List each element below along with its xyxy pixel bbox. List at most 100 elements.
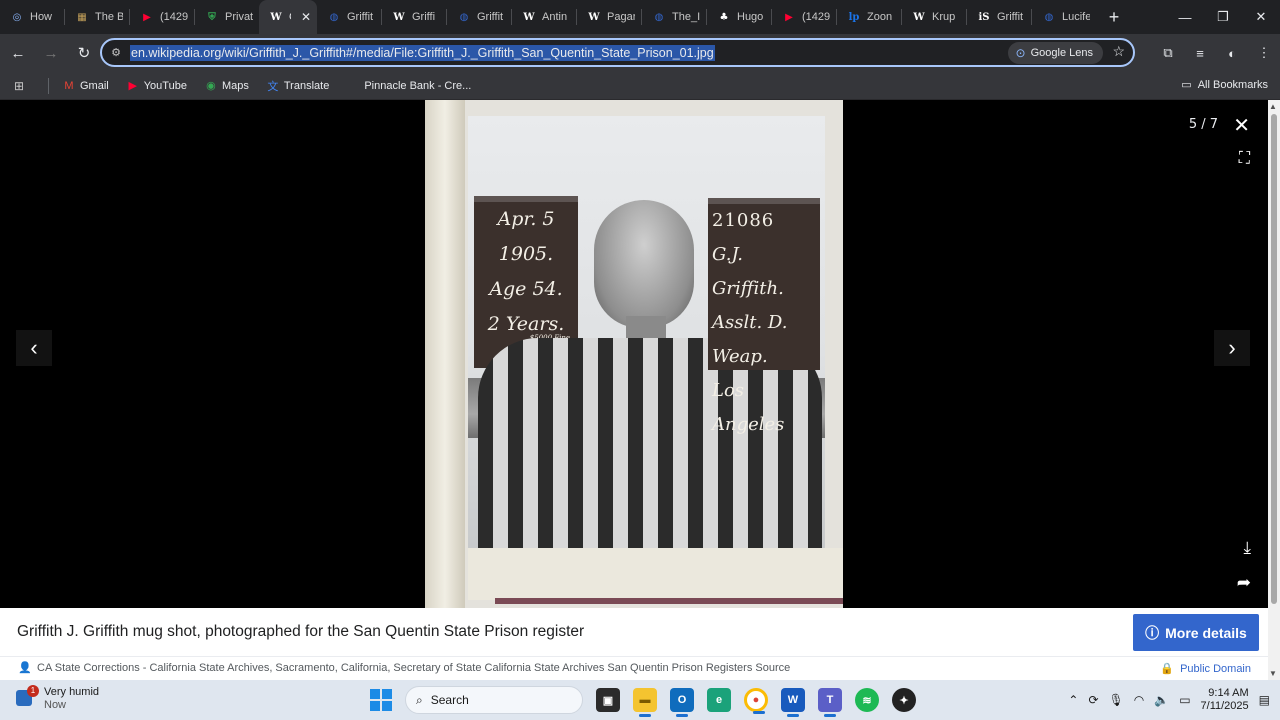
previous-image-button[interactable]: ‹ — [16, 330, 52, 366]
volume-icon[interactable]: 🔈 — [1154, 693, 1169, 707]
taskbar-apps: ⌕ Search ▣ ▬ O e ● W T ≋ ✦ — [370, 684, 916, 717]
credit-source[interactable]: CA State Corrections - California State … — [37, 662, 790, 674]
taskbar-search[interactable]: ⌕ Search — [405, 686, 583, 714]
browser-tab[interactable]: W Krup — [902, 0, 966, 34]
tab-title: Griffit — [477, 11, 504, 23]
browser-tab[interactable]: ◍ Lucife — [1032, 0, 1096, 34]
tab-search-icon[interactable]: ⧉ — [1152, 45, 1184, 61]
lp-icon: lp — [848, 11, 860, 23]
bookmark-item[interactable]: Pinnacle Bank - Cre... — [347, 80, 471, 92]
url-text[interactable]: en.wikipedia.org/wiki/Griffith_J._Griffi… — [130, 44, 715, 61]
wikipedia-icon: W — [913, 11, 925, 23]
tray-overflow-icon[interactable]: ⌃ — [1068, 693, 1078, 707]
photo-print: Apr. 5 1905. Age 54. 2 Years. $5000 Fine… — [468, 116, 825, 548]
browser-tab[interactable]: ◍ The_I — [642, 0, 706, 34]
maps-pin-icon: ◉ — [206, 80, 216, 92]
scroll-down-icon[interactable]: ▼ — [1269, 669, 1277, 678]
wikipedia-icon: W — [270, 11, 282, 23]
reload-icon[interactable]: ↻ — [69, 38, 99, 68]
scrollbar-thumb[interactable] — [1271, 114, 1277, 604]
minimize-icon[interactable]: — — [1166, 0, 1204, 34]
close-tab-icon[interactable]: ✕ — [301, 10, 311, 24]
wikidata-icon: ◍ — [654, 11, 664, 23]
wikidata-icon: ◍ — [459, 11, 469, 23]
profile-avatar-icon[interactable]: ◐ — [1216, 46, 1248, 61]
tab-title: Privat — [225, 11, 253, 23]
close-window-icon[interactable]: ✕ — [1242, 0, 1280, 34]
browser-tab[interactable]: ◍ Griffit — [447, 0, 511, 34]
wikidata-icon: ◍ — [329, 11, 339, 23]
all-bookmarks-button[interactable]: ▭ All Bookmarks — [1181, 78, 1268, 92]
inmate-number: 21086 — [712, 210, 775, 231]
placard-name: G.J. Griffith. — [712, 244, 784, 299]
browser-tab-strip: ◎How▦The B▶(1429⛨PrivatWG✕◍GriffitWGriff… — [0, 0, 1280, 34]
bookmark-label: Translate — [283, 79, 330, 92]
address-bar[interactable]: ⚙ en.wikipedia.org/wiki/Griffith_J._Grif… — [100, 38, 1135, 67]
license-link[interactable]: 🔒 Public Domain — [1160, 662, 1251, 676]
browser-tab[interactable]: ♣ Hugo — [707, 0, 771, 34]
site-info-icon[interactable]: ⚙ — [102, 46, 130, 59]
menu-kebab-icon[interactable]: ⋮ — [1248, 45, 1280, 61]
register-page-margin — [468, 548, 843, 600]
bookmark-item[interactable]: 文 Translate — [267, 78, 329, 94]
task-view-icon[interactable]: ▣ — [596, 688, 620, 712]
weather-condition: Very humid — [44, 686, 100, 698]
scroll-up-icon[interactable]: ▲ — [1269, 102, 1277, 111]
chrome-icon[interactable]: ● — [744, 688, 768, 714]
browser-tab[interactable]: ⛨ Privat — [195, 0, 259, 34]
browser-tab[interactable]: ▶ (1429 — [772, 0, 836, 34]
word-icon[interactable]: W — [781, 688, 805, 717]
new-tab-button[interactable]: + — [1102, 7, 1126, 28]
bookmark-item[interactable]: ▶ YouTube — [127, 79, 187, 93]
page-scrollbar[interactable]: ▲ ▼ — [1268, 100, 1280, 680]
download-icon[interactable]: ⤓ — [1243, 538, 1251, 558]
fullscreen-icon[interactable]: ⛶ — [1239, 150, 1250, 168]
tab-title: The_I — [672, 11, 700, 23]
outlook-icon[interactable]: O — [670, 688, 694, 717]
forward-arrow-icon[interactable]: → — [36, 38, 66, 68]
more-details-button[interactable]: ⓘ More details — [1133, 614, 1259, 651]
window-controls: — ❐ ✕ — [1166, 0, 1280, 34]
browser-toolbar: ← → ↻ ⚙ en.wikipedia.org/wiki/Griffith_J… — [0, 34, 1280, 72]
placard-crime: Asslt. D. Weap. — [712, 312, 788, 367]
weather-widget[interactable]: 1 Very humid Now — [14, 685, 100, 712]
restore-icon[interactable]: ❐ — [1204, 0, 1242, 34]
windows-start-icon[interactable] — [370, 689, 392, 711]
wifi-icon[interactable]: ◠ — [1134, 693, 1144, 707]
teams-icon[interactable]: T — [818, 688, 842, 717]
browser-tab[interactable]: W Pagar — [577, 0, 641, 34]
browser-tab[interactable]: WG ✕ — [259, 0, 317, 34]
next-image-button[interactable]: › — [1214, 330, 1250, 366]
tab-title: (1429 — [160, 11, 188, 23]
browser-tab[interactable]: W Antin — [512, 0, 576, 34]
browser-tab[interactable]: ◎ How — [0, 0, 64, 34]
spotify-icon[interactable]: ≋ — [855, 688, 879, 712]
browser-tab[interactable]: iS Griffit — [967, 0, 1031, 34]
apps-grid-icon[interactable]: ⊞ — [14, 79, 34, 93]
back-arrow-icon[interactable]: ← — [3, 38, 33, 68]
browser-tab[interactable]: W Griffi — [382, 0, 446, 34]
browser-tab[interactable]: ▶ (1429 — [130, 0, 194, 34]
close-viewer-icon[interactable]: ✕ — [1233, 113, 1250, 138]
notifications-icon[interactable]: ▤ — [1259, 693, 1270, 707]
bookmark-label: YouTube — [143, 79, 187, 92]
bookmark-item[interactable]: M Gmail — [63, 80, 108, 92]
battery-icon[interactable]: ▭ — [1179, 693, 1190, 707]
chevron-left-icon: ‹ — [30, 335, 38, 360]
edge-icon[interactable]: e — [707, 688, 731, 712]
media-controls-icon[interactable]: ≡ — [1184, 46, 1216, 61]
davinci-icon[interactable]: ✦ — [892, 688, 916, 712]
bookmark-item[interactable]: ◉ Maps — [205, 79, 249, 93]
google-lens-button[interactable]: ⊙ Google Lens — [1007, 42, 1103, 64]
bookmark-list: M Gmail ▶ YouTube ◉ Maps 文 Translate Pinnacle Ba… — [63, 78, 489, 94]
browser-tab[interactable]: lp Zoon — [837, 0, 901, 34]
clock[interactable]: 9:14 AM 7/11/2025 — [1201, 687, 1249, 713]
share-icon[interactable]: ➦ — [1237, 573, 1251, 593]
microphone-icon[interactable]: 🎙 — [1109, 693, 1124, 707]
browser-tab[interactable]: ◍ Griffit — [317, 0, 381, 34]
bookmark-star-icon[interactable]: ☆ — [1112, 43, 1125, 60]
sync-icon[interactable]: ⟳ — [1088, 693, 1098, 707]
media-caption-bar: Griffith J. Griffith mug shot, photograp… — [0, 608, 1268, 656]
file-explorer-icon[interactable]: ▬ — [633, 688, 657, 717]
browser-tab[interactable]: ▦ The B — [65, 0, 129, 34]
